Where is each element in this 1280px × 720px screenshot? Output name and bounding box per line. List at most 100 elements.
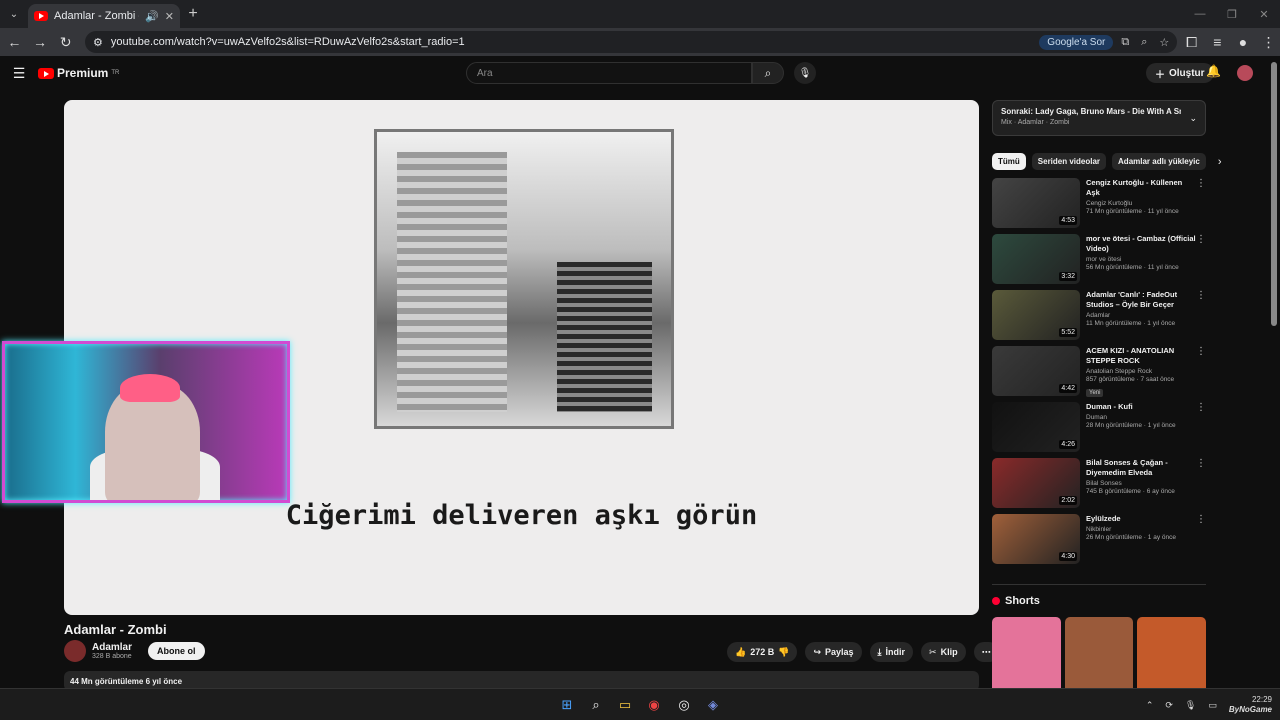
clock-time: 22:29 [1251, 695, 1272, 704]
new-tab-button[interactable]: + [180, 5, 206, 23]
close-window-icon[interactable]: ✕ [1248, 0, 1280, 28]
create-button[interactable]: ＋ Oluştur [1146, 63, 1214, 83]
recommendation-item[interactable]: 5:52 Adamlar 'Canlı' : FadeOut Studios –… [992, 290, 1206, 346]
logo-text: Premium [57, 66, 109, 80]
browser-menu-icon[interactable]: ⋮ [1257, 30, 1280, 54]
duration-badge: 4:26 [1059, 440, 1077, 449]
rec-title: ACEM KIZI - ANATOLIAN STEPPE ROCK [1086, 346, 1175, 365]
obs-icon[interactable]: ◎ [674, 695, 694, 715]
rec-title: Bilal Sonses & Çağan - Diyemedim Elveda [1086, 458, 1168, 477]
clip-button[interactable]: ✂ Klip [921, 642, 966, 662]
reading-list-icon[interactable]: ≡ [1206, 30, 1229, 54]
rec-views: 11 Mn görüntüleme · 1 yıl önce [1086, 320, 1176, 327]
restore-icon[interactable]: ❐ [1216, 0, 1248, 28]
chip-all[interactable]: Tümü [992, 153, 1026, 170]
search-icon[interactable]: ⌕ [752, 62, 784, 84]
recommendation-item[interactable]: 4:53 Cengiz Kurtoğlu - Küllenen Aşk Ceng… [992, 178, 1206, 234]
taskbar-search-icon[interactable]: ⌕ [586, 695, 606, 715]
thumbs-up-icon: 👍 [735, 646, 747, 657]
microphone-icon[interactable]: 🎙 [794, 62, 816, 84]
like-count: 272 B [750, 647, 775, 657]
video-thumbnail[interactable]: 4:53 [992, 178, 1080, 228]
browser-tab[interactable]: Adamlar - Zombi - YouTube 🔊 ✕ [28, 4, 180, 28]
video-thumbnail[interactable]: 4:30 [992, 514, 1080, 564]
duration-badge: 3:32 [1059, 272, 1077, 281]
video-thumbnail[interactable]: 3:32 [992, 234, 1080, 284]
clock[interactable]: 22:29 ByNoGame [1229, 695, 1272, 715]
duration-badge: 4:42 [1059, 384, 1077, 393]
shorts-header: Shorts [992, 584, 1206, 607]
file-explorer-icon[interactable]: ▭ [615, 695, 635, 715]
chrome-icon[interactable]: ◉ [644, 695, 664, 715]
window-controls: — ❐ ✕ [1184, 0, 1280, 28]
more-options-icon[interactable]: ⋮ [1196, 458, 1206, 469]
tab-search-icon[interactable]: ⌄ [0, 0, 28, 28]
more-options-icon[interactable]: ⋮ [1196, 234, 1206, 245]
recommendation-item[interactable]: 3:32 mor ve ötesi - Cambaz (Official Vid… [992, 234, 1206, 290]
chip-series[interactable]: Seriden videolar [1031, 153, 1107, 170]
short-card[interactable] [1137, 617, 1207, 693]
profile-icon[interactable]: ● [1232, 30, 1255, 54]
address-bar[interactable]: ⚙ youtube.com/watch?v=uwAzVelfo2s&list=R… [85, 31, 1178, 53]
hamburger-menu-icon[interactable]: ☰ [0, 65, 38, 82]
account-avatar[interactable] [1237, 65, 1253, 81]
rec-title: Duman - Kufi [1086, 402, 1133, 411]
youtube-premium-logo[interactable]: Premium TR [38, 66, 119, 80]
recommendation-item[interactable]: 4:26 Duman - Kufi Duman 28 Mn görüntülem… [992, 402, 1206, 458]
share-button[interactable]: ↪ Paylaş [805, 642, 862, 662]
duration-badge: 4:53 [1059, 216, 1077, 225]
windows-start-icon[interactable]: ⊞ [557, 695, 577, 715]
video-thumbnail[interactable]: 2:02 [992, 458, 1080, 508]
channel-avatar[interactable] [64, 640, 86, 662]
video-thumbnail[interactable]: 4:26 [992, 402, 1080, 452]
logo-region: TR [111, 70, 120, 76]
network-icon[interactable]: ⟳ [1165, 700, 1173, 711]
rec-views: 71 Mn görüntüleme · 11 yıl önce [1086, 208, 1179, 215]
forward-icon[interactable]: → [29, 30, 52, 54]
install-icon[interactable]: ⧉ [1121, 36, 1129, 49]
recommendation-item[interactable]: 4:42 ACEM KIZI - ANATOLIAN STEPPE ROCK A… [992, 346, 1206, 402]
up-next-panel[interactable]: Sonraki: Lady Gaga, Bruno Mars - Die Wit… [992, 100, 1206, 136]
google-sor-button[interactable]: Google'a Sor [1039, 34, 1114, 50]
close-tab-icon[interactable]: ✕ [165, 10, 174, 23]
bookmark-star-icon[interactable]: ☆ [1159, 36, 1169, 49]
recommendation-item[interactable]: 2:02 Bilal Sonses & Çağan - Diyemedim El… [992, 458, 1206, 514]
rec-channel: Nikbinler [1086, 526, 1112, 533]
back-icon[interactable]: ← [3, 30, 26, 54]
video-thumbnail[interactable]: 4:42 [992, 346, 1080, 396]
short-card[interactable] [992, 617, 1061, 693]
subscribe-button[interactable]: Abone ol [148, 642, 205, 660]
channel-name[interactable]: Adamlar [92, 642, 132, 653]
site-info-icon[interactable]: ⚙ [93, 36, 103, 49]
chevron-right-icon[interactable]: › [1218, 156, 1222, 168]
more-options-icon[interactable]: ⋮ [1196, 346, 1206, 357]
scissors-icon: ✂ [929, 646, 937, 657]
video-thumbnail[interactable]: 5:52 [992, 290, 1080, 340]
search-input[interactable]: Ara [466, 62, 752, 84]
chevron-down-icon[interactable]: ⌄ [1189, 113, 1197, 124]
channel-row: Adamlar 328 B abone Abone ol [64, 640, 205, 662]
more-options-icon[interactable]: ⋮ [1196, 290, 1206, 301]
page-scrollbar[interactable] [1271, 62, 1277, 326]
more-options-icon[interactable]: ⋮ [1196, 402, 1206, 413]
recommendation-item[interactable]: 4:30 Eylülzede Nikbinler 26 Mn görüntüle… [992, 514, 1206, 570]
zoom-icon[interactable]: ⌕ [1141, 36, 1147, 49]
reload-icon[interactable]: ↻ [54, 30, 77, 54]
dislike-icon[interactable]: 👎 [778, 647, 789, 658]
more-options-icon[interactable]: ⋮ [1196, 514, 1206, 525]
more-options-icon[interactable]: ⋮ [1196, 178, 1206, 189]
tray-overflow-icon[interactable]: ⌃ [1146, 700, 1154, 711]
display-icon[interactable]: ▭ [1208, 700, 1217, 711]
download-button[interactable]: ⤓ İndir [869, 642, 914, 662]
notifications-bell-icon[interactable]: 🔔 [1206, 64, 1221, 78]
extensions-icon[interactable]: ⧠ [1180, 30, 1203, 54]
discord-icon[interactable]: ◈ [703, 695, 723, 715]
youtube-favicon-icon [34, 11, 48, 21]
like-button[interactable]: 👍 272 B 👎 [727, 642, 798, 662]
short-card[interactable] [1064, 617, 1134, 693]
up-next-title: Sonraki: Lady Gaga, Bruno Mars - Die Wit… [1001, 107, 1181, 116]
chip-uploader[interactable]: Adamlar adlı yükleyic [1112, 153, 1206, 170]
minimize-icon[interactable]: — [1184, 0, 1216, 28]
browser-tab-bar: ⌄ Adamlar - Zombi - YouTube 🔊 ✕ + — ❐ ✕ [0, 0, 1280, 28]
mic-tray-icon[interactable]: 🎙 [1185, 700, 1196, 711]
